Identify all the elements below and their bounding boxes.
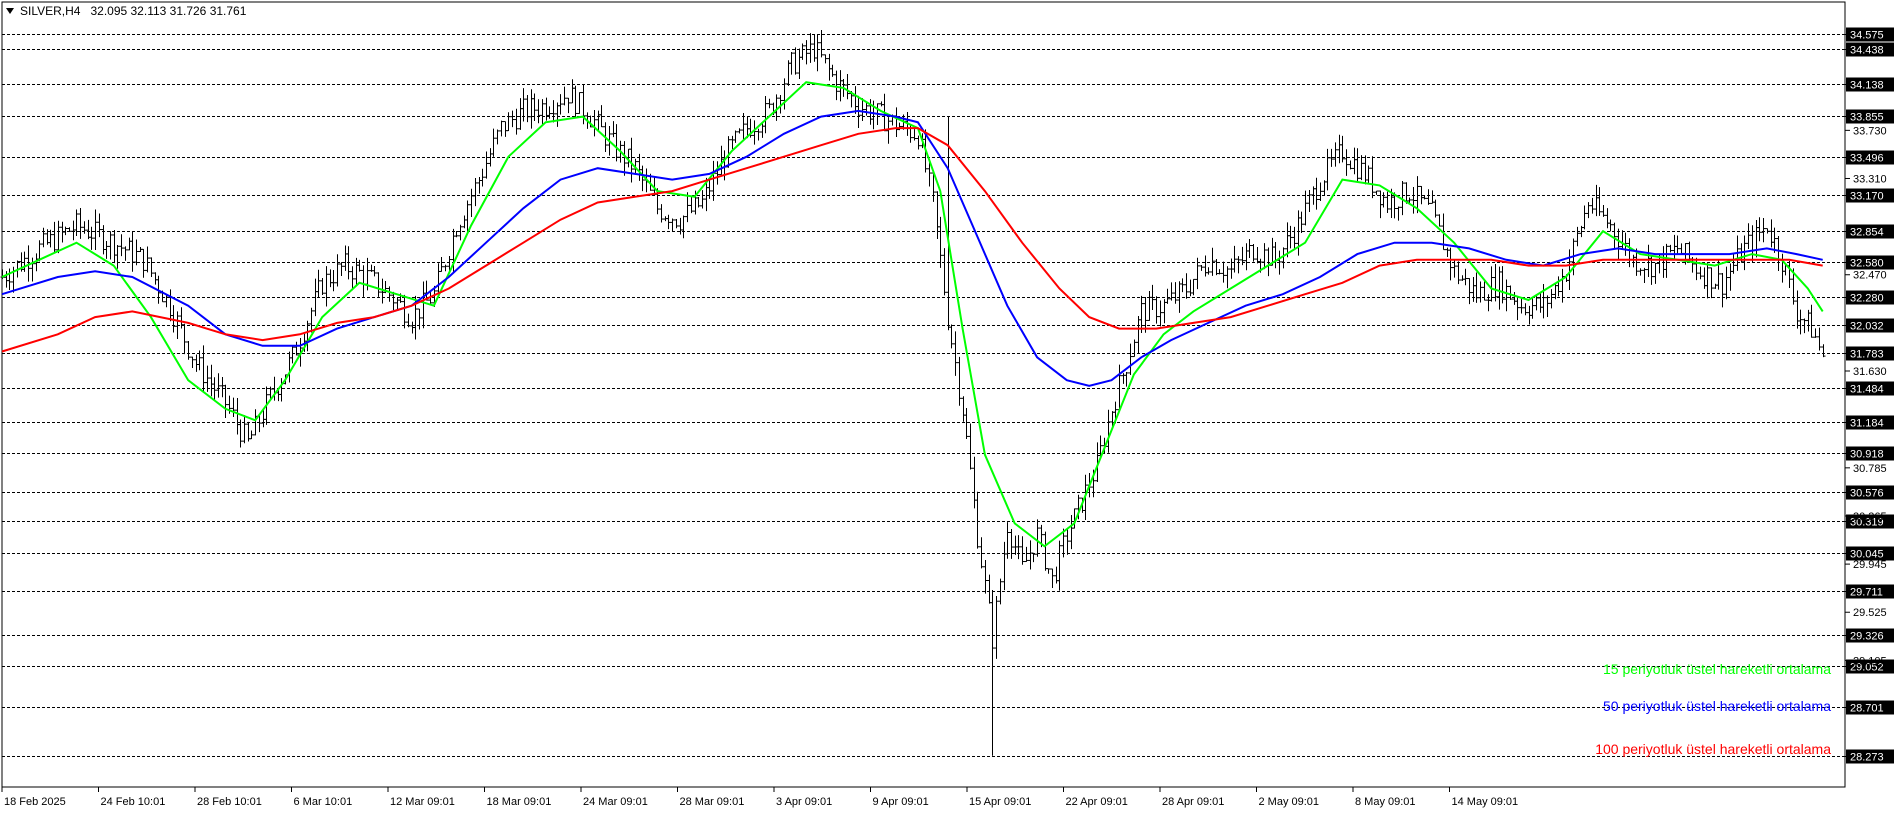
y-tick-label: 29.945 <box>1853 559 1887 571</box>
x-tick-label: 28 Apr 09:01 <box>1162 796 1224 808</box>
x-tick-label: 2 May 09:01 <box>1259 796 1320 808</box>
x-tick-label: 8 May 09:01 <box>1355 796 1416 808</box>
legend-label: 15 periyotluk üstel hareketli ortalama <box>1603 661 1831 677</box>
price-level-label: 28.273 <box>1850 752 1884 764</box>
x-tick-label: 18 Feb 2025 <box>4 796 66 808</box>
y-tick-label: 33.730 <box>1853 125 1887 137</box>
y-tick-label: 30.365 <box>1853 511 1887 523</box>
y-tick-label: 29.105 <box>1853 655 1887 667</box>
x-tick-label: 28 Feb 10:01 <box>197 796 262 808</box>
x-tick-label: 22 Apr 09:01 <box>1066 796 1128 808</box>
price-level-label: 31.484 <box>1850 384 1884 396</box>
price-level-label: 30.576 <box>1850 488 1884 500</box>
price-level-label: 34.138 <box>1850 80 1884 92</box>
price-level-label: 28.701 <box>1850 703 1884 715</box>
x-tick-label: 3 Apr 09:01 <box>776 796 832 808</box>
price-level-label: 32.280 <box>1850 293 1884 305</box>
legend-label: 50 periyotluk üstel hareketli ortalama <box>1603 698 1831 714</box>
x-tick-label: 14 May 09:01 <box>1452 796 1519 808</box>
price-level-label: 31.184 <box>1850 418 1884 430</box>
x-tick-label: 24 Feb 10:01 <box>101 796 166 808</box>
y-tick-label: 33.310 <box>1853 173 1887 185</box>
price-level-label: 33.496 <box>1850 153 1884 165</box>
price-level-label: 32.580 <box>1850 258 1884 270</box>
price-level-label: 31.783 <box>1850 349 1884 361</box>
price-level-label: 29.711 <box>1850 587 1883 599</box>
price-level-label: 34.438 <box>1850 45 1884 57</box>
price-level-label: 33.170 <box>1850 191 1884 203</box>
price-level-label: 32.032 <box>1850 321 1884 333</box>
price-chart[interactable]: 34.575 34.438 34.138 33.855 33.496 33.170 32.8… <box>0 0 1896 820</box>
ema-line-3 <box>1 127 1823 353</box>
x-tick-label: 24 Mar 09:01 <box>583 796 648 808</box>
x-tick-label: 9 Apr 09:01 <box>873 796 929 808</box>
x-tick-label: 15 Apr 09:01 <box>969 796 1031 808</box>
price-level-label: 30.918 <box>1850 449 1884 461</box>
y-tick-label: 30.785 <box>1853 463 1887 475</box>
x-tick-label: 18 Mar 09:01 <box>487 796 552 808</box>
price-level-label: 29.326 <box>1850 631 1884 643</box>
ema-line-1 <box>1 81 1824 548</box>
price-level-label: 34.575 <box>1850 30 1884 42</box>
y-tick-label: 31.630 <box>1853 366 1887 378</box>
price-level-label: 32.854 <box>1850 227 1884 239</box>
ema-line-2 <box>1 109 1823 387</box>
y-tick-label: 32.470 <box>1853 270 1887 282</box>
x-tick-label: 12 Mar 09:01 <box>390 796 455 808</box>
legend-label: 100 periyotluk üstel hareketli ortalama <box>1595 741 1831 757</box>
price-level-label: 33.855 <box>1850 112 1884 124</box>
x-tick-label: 28 Mar 09:01 <box>680 796 745 808</box>
y-tick-label: 29.525 <box>1853 607 1887 619</box>
x-tick-label: 6 Mar 10:01 <box>294 796 353 808</box>
